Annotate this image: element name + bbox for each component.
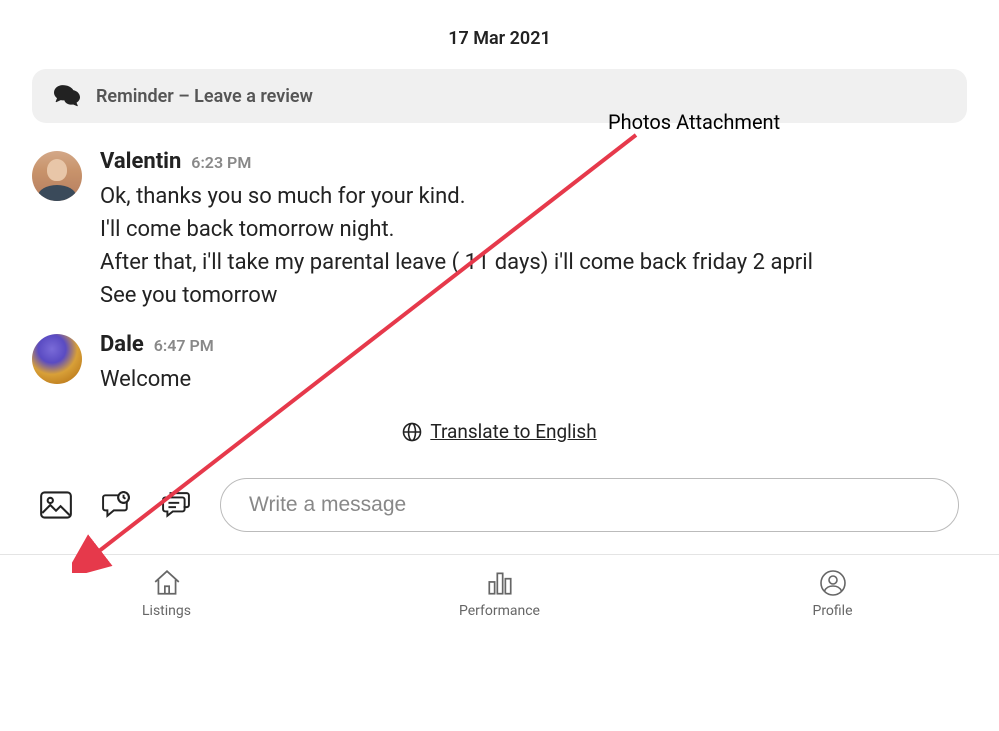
nav-performance[interactable]: Performance [400,569,600,619]
message-text: Ok, thanks you so much for your kind. I'… [100,180,967,312]
reminder-banner[interactable]: Reminder – Leave a review [32,69,967,123]
scheduled-message-icon[interactable] [100,491,132,519]
translate-link[interactable]: Translate to English [402,420,596,443]
sender-name: Dale [100,332,144,357]
photo-attachment-icon[interactable] [40,491,72,519]
home-icon [152,569,182,597]
message-row: Valentin 6:23 PM Ok, thanks you so much … [32,149,967,312]
quick-replies-icon[interactable] [160,491,192,519]
translate-label: Translate to English [430,420,596,443]
chat-bubble-icon [54,85,80,107]
annotation-label: Photos Attachment [608,110,780,134]
reminder-text: Reminder – Leave a review [96,86,313,107]
nav-label: Performance [459,603,540,619]
message-row: Dale 6:47 PM Welcome [32,332,967,396]
message-time: 6:23 PM [191,153,251,172]
profile-icon [818,569,848,597]
date-header: 17 Mar 2021 [32,28,967,49]
sender-name: Valentin [100,149,181,174]
globe-icon [402,422,422,442]
message-text: Welcome [100,363,967,396]
composer [32,466,967,554]
bar-chart-icon [485,569,515,597]
bottom-nav: Listings Performance Profile [0,554,999,637]
message-time: 6:47 PM [154,336,214,355]
nav-profile[interactable]: Profile [733,569,933,619]
nav-label: Profile [812,603,852,619]
avatar[interactable] [32,334,82,384]
nav-label: Listings [142,603,191,619]
message-input[interactable] [220,478,959,532]
avatar[interactable] [32,151,82,201]
nav-listings[interactable]: Listings [67,569,267,619]
